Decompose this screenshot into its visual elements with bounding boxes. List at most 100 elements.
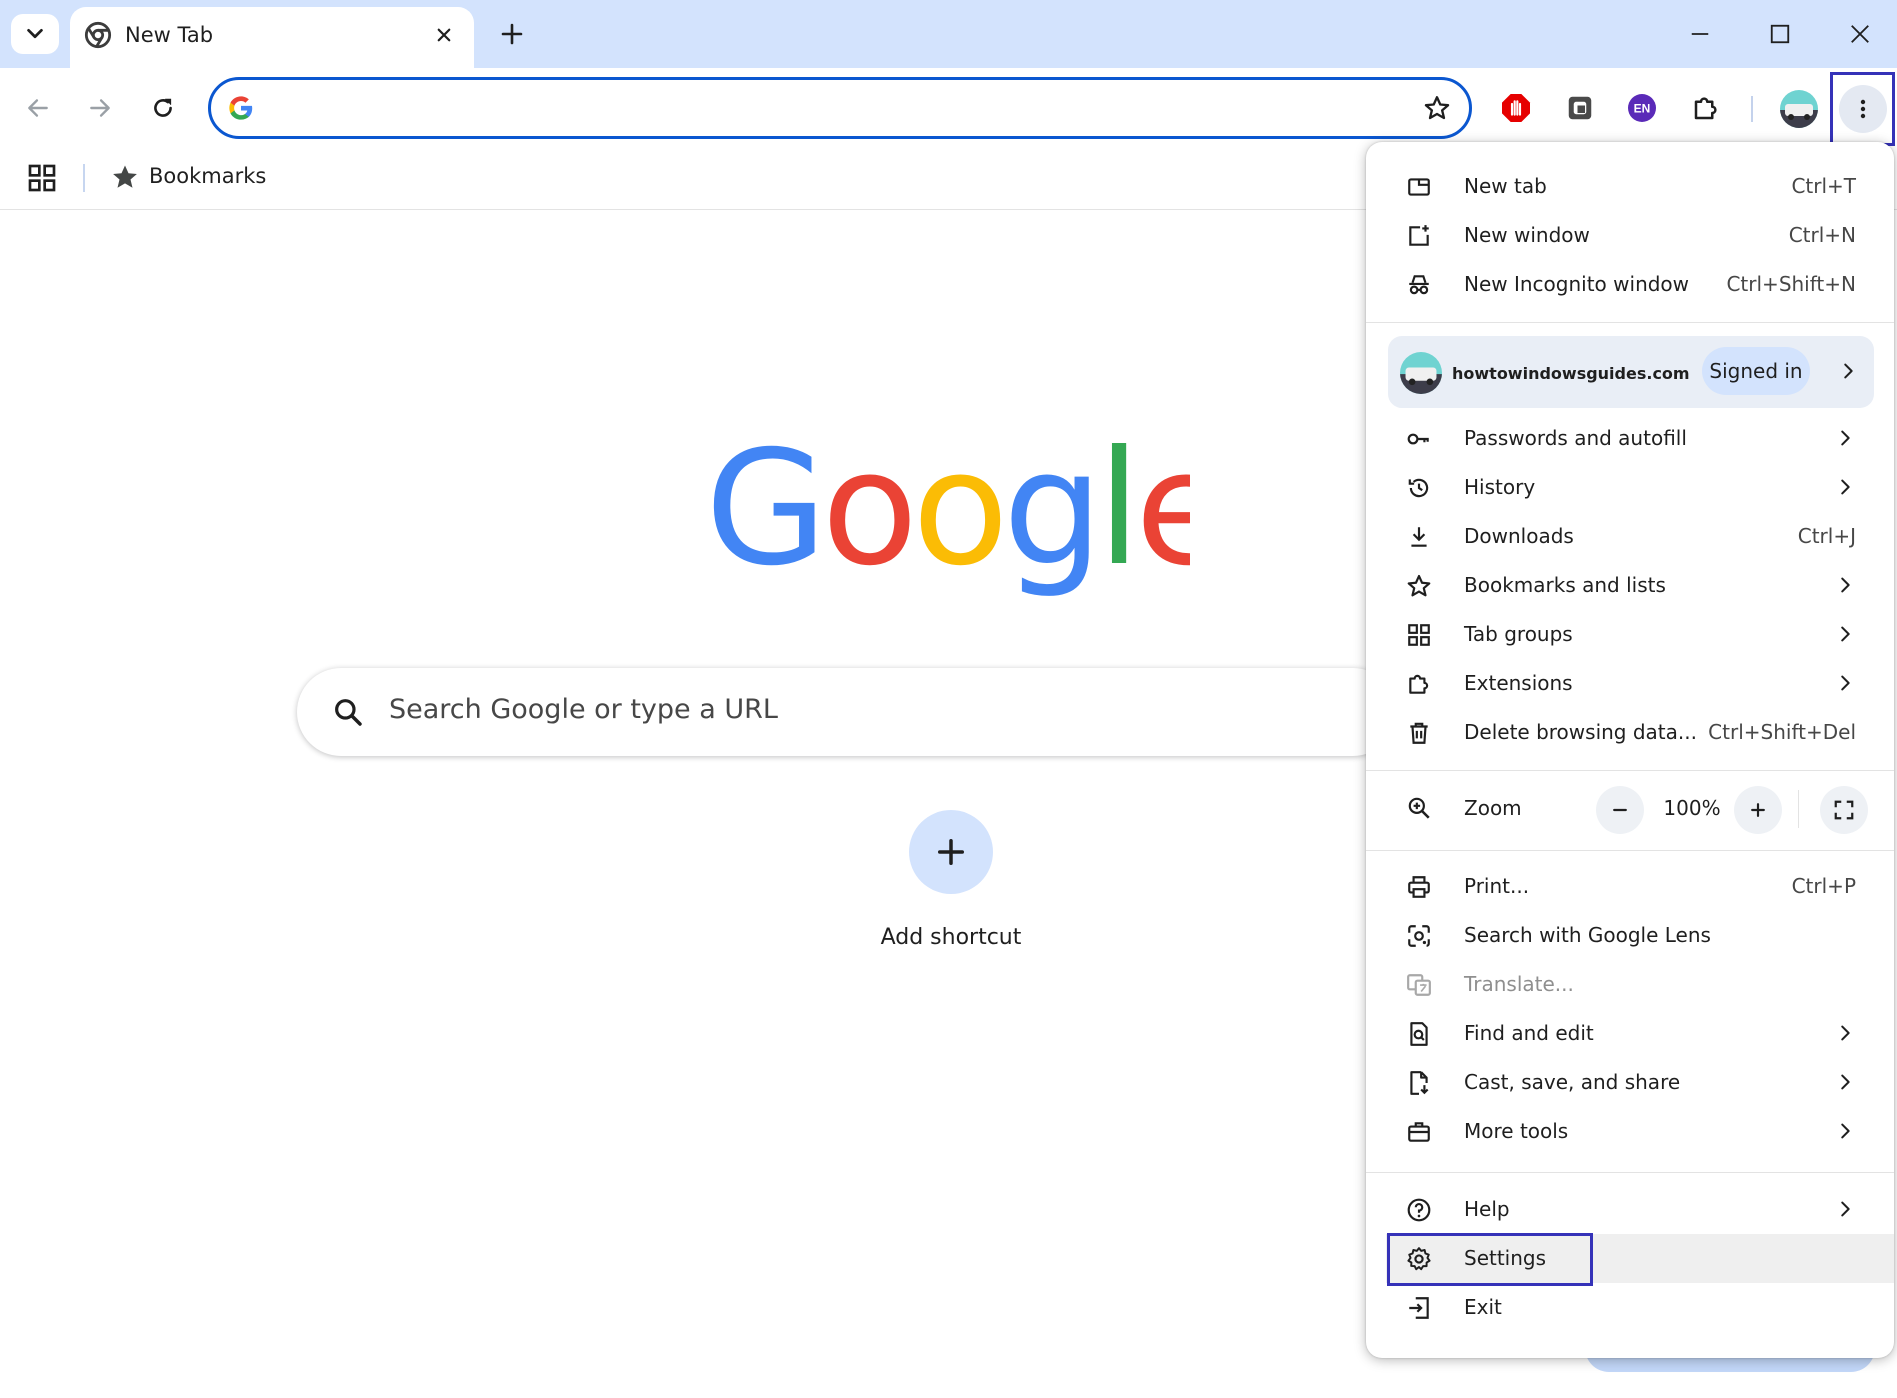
profile-name: howtowindowsguides.com (1452, 364, 1690, 383)
arrow-left-icon (28, 99, 48, 117)
back-button[interactable] (16, 86, 60, 130)
new-tab-button[interactable] (491, 13, 533, 55)
tab-strip: New Tab (0, 0, 1897, 68)
reload-button[interactable] (141, 86, 185, 130)
language-extension-button[interactable]: EN (1620, 86, 1664, 130)
puzzle-icon (1694, 97, 1717, 120)
menu-item-new-tab[interactable]: New tab Ctrl+T (1366, 162, 1894, 211)
trash-icon (1410, 722, 1428, 744)
menu-divider (1366, 850, 1894, 851)
avatar (1780, 90, 1818, 128)
search-icon (335, 699, 362, 726)
chevron-right-icon (1841, 1025, 1850, 1041)
menu-item-downloads[interactable]: Downloads Ctrl+J (1366, 512, 1894, 561)
chevron-right-icon (1841, 626, 1850, 642)
minimize-icon (1691, 33, 1709, 35)
menu-item-cast-save-and-share[interactable]: Cast, save, and share (1366, 1058, 1894, 1107)
fullscreen-icon (1834, 800, 1854, 820)
arrow-right-icon (90, 99, 110, 117)
bookmark-star-button[interactable] (1419, 90, 1455, 126)
tab-title: New Tab (125, 23, 214, 47)
star-outline-icon (1424, 96, 1450, 120)
incognito-icon (1409, 275, 1429, 295)
puzzle-icon (1409, 674, 1429, 694)
bookmarks-folder[interactable]: Bookmarks (149, 164, 266, 188)
menu-item-new-window[interactable]: New window Ctrl+N (1366, 211, 1894, 260)
chevron-right-icon (1841, 1201, 1850, 1217)
menu-item-tab-groups[interactable]: Tab groups (1366, 610, 1894, 659)
print-icon (1408, 876, 1430, 898)
ntp-search-box[interactable]: Search Google or type a URL (297, 668, 1397, 756)
menu-item-more-tools[interactable]: More tools (1366, 1107, 1894, 1156)
zoom-label: Zoom (1464, 796, 1522, 820)
chevron-right-icon (1841, 479, 1850, 495)
zoom-value: 100% (1663, 796, 1721, 820)
cast-icon (1410, 1071, 1429, 1095)
download-icon (1411, 527, 1427, 547)
maximize-button[interactable] (1758, 12, 1802, 56)
menu-divider (1366, 322, 1894, 323)
menu-item-passwords-and-autofill[interactable]: Passwords and autofill (1366, 414, 1894, 463)
help-icon (1407, 1198, 1431, 1222)
menu-item-extensions[interactable]: Extensions (1366, 659, 1894, 708)
address-bar[interactable] (208, 77, 1472, 139)
close-window-button[interactable] (1838, 12, 1882, 56)
zoom-in-button[interactable] (1734, 786, 1782, 834)
ad-blocker-extension-button[interactable] (1494, 86, 1538, 130)
find-icon (1410, 1022, 1428, 1046)
active-tab[interactable]: New Tab (70, 7, 474, 68)
chevron-right-icon (1841, 1123, 1850, 1139)
apps-grid-icon[interactable] (26, 162, 58, 194)
extensions-button[interactable] (1684, 86, 1728, 130)
plus-icon (938, 839, 964, 865)
close-tab-button[interactable] (428, 19, 460, 51)
menu-divider (1366, 770, 1894, 771)
chrome-menu-button-bg (1838, 85, 1887, 133)
capture-icon (1568, 96, 1592, 120)
menu-item-bookmarks-and-lists[interactable]: Bookmarks and lists (1366, 561, 1894, 610)
screenshot-extension-button[interactable] (1558, 86, 1602, 130)
menu-item-history[interactable]: History (1366, 463, 1894, 512)
stop-hand-icon (1502, 94, 1530, 122)
avatar (1400, 352, 1442, 394)
svg-text:Google: Google (705, 425, 1190, 601)
svg-text:EN: EN (1634, 102, 1651, 116)
menu-item-new-incognito-window[interactable]: New Incognito window Ctrl+Shift+N (1366, 260, 1894, 309)
forward-button[interactable] (78, 86, 122, 130)
search-placeholder: Search Google or type a URL (389, 694, 778, 725)
chrome-menu-button[interactable] (1830, 72, 1895, 146)
language-en-icon: EN (1628, 94, 1656, 122)
menu-item-exit[interactable]: Exit (1366, 1283, 1894, 1332)
menu-zoom-row: Zoom 100% (1366, 776, 1894, 840)
menu-item-find-and-edit[interactable]: Find and edit (1366, 1009, 1894, 1058)
menu-item-delete-browsing-data[interactable]: Delete browsing data... Ctrl+Shift+Del (1366, 708, 1894, 757)
fullscreen-button[interactable] (1820, 786, 1868, 834)
settings-highlight-box (1387, 1233, 1593, 1286)
close-icon (1851, 25, 1869, 43)
menu-item-translate[interactable]: Translate... (1366, 960, 1894, 1009)
zoom-icon (1408, 797, 1430, 819)
tab-groups-icon (1408, 624, 1430, 646)
google-logo: Google (705, 425, 1190, 601)
menu-item-help[interactable]: Help (1366, 1185, 1894, 1234)
toolbar: EN (0, 68, 1897, 148)
menu-item-print[interactable]: Print... Ctrl+P (1366, 862, 1894, 911)
close-icon (437, 28, 451, 42)
menu-profile-row[interactable]: howtowindowsguides.com Signed in (1388, 336, 1874, 408)
tab-search-button[interactable] (11, 14, 59, 54)
zoom-out-button[interactable] (1596, 786, 1644, 834)
reload-icon (154, 98, 172, 117)
chrome-menu: New tab Ctrl+T New window Ctrl+N New Inc… (1366, 142, 1894, 1358)
menu-item-search-with-google-lens[interactable]: Search with Google Lens (1366, 911, 1894, 960)
bookmarks-separator (83, 164, 85, 192)
lens-icon (1408, 925, 1430, 947)
profile-avatar-button[interactable] (1780, 90, 1818, 128)
add-shortcut-button[interactable]: Add shortcut (881, 810, 1021, 960)
add-shortcut-label: Add shortcut (880, 925, 1022, 950)
maximize-icon (1770, 24, 1790, 44)
minimize-button[interactable] (1678, 12, 1722, 56)
plus-icon (501, 23, 523, 45)
plus-icon (1751, 803, 1765, 817)
signed-in-chip[interactable]: Signed in (1702, 347, 1810, 395)
zoom-divider (1798, 790, 1799, 828)
